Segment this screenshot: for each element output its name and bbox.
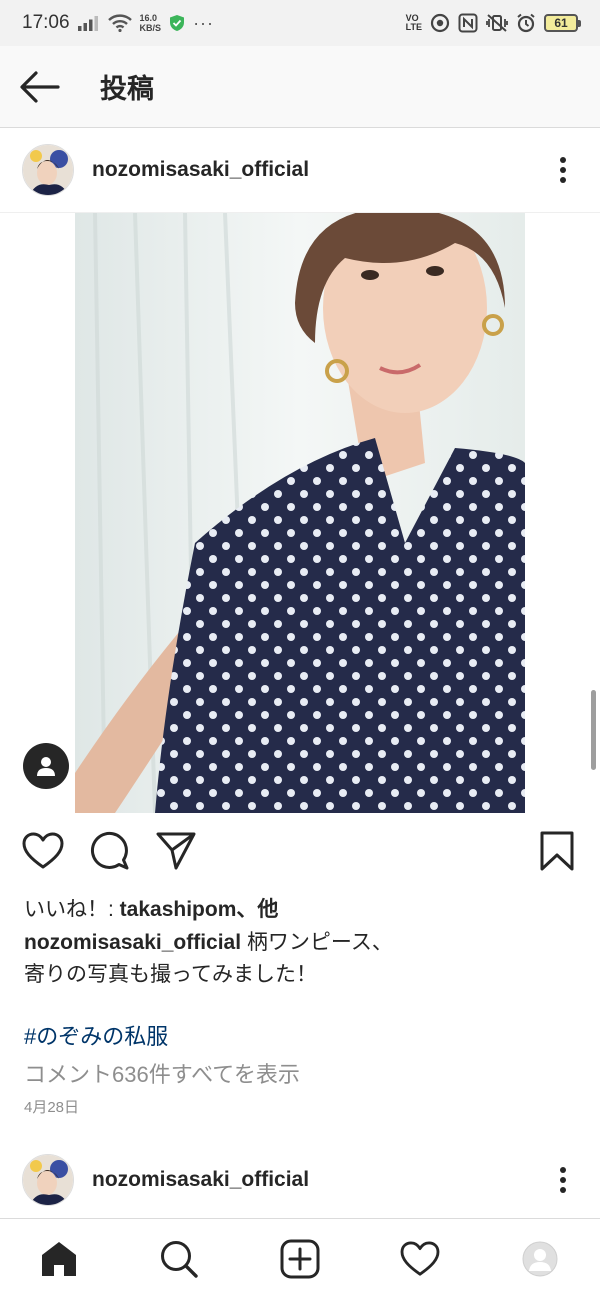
data-saver-icon — [430, 13, 450, 33]
more-vertical-icon — [560, 1167, 566, 1193]
nav-new-post[interactable] — [278, 1237, 322, 1281]
comment-icon — [90, 831, 129, 870]
shield-icon — [170, 15, 185, 31]
caption-line-1: nozomisasaki_official 柄ワンピース、 — [24, 927, 584, 959]
avatar[interactable] — [22, 1154, 74, 1206]
battery-indicator: 61 — [544, 14, 581, 32]
net-speed-unit: KB/S — [139, 23, 162, 33]
person-tag-icon — [37, 757, 55, 776]
next-post-header: nozomisasaki_official — [0, 1138, 600, 1222]
status-left: 17:06 16.0 KB/S ··· — [22, 12, 214, 34]
photo-image — [75, 213, 525, 813]
search-icon — [161, 1241, 198, 1278]
page-title: 投稿 — [100, 74, 154, 104]
more-options-button[interactable] — [548, 1160, 578, 1200]
more-vertical-icon — [560, 157, 566, 183]
back-button[interactable] — [0, 46, 100, 128]
hashtag-link[interactable]: #のぞみの私服 — [24, 1019, 168, 1051]
nav-profile[interactable] — [518, 1237, 562, 1281]
next-post-username[interactable]: nozomisasaki_official — [92, 1168, 309, 1192]
likes-line[interactable]: いいね！: takashipom、他 — [24, 893, 584, 927]
avatar-image — [23, 1155, 73, 1205]
net-speed-value: 16.0 — [139, 13, 158, 23]
post-date: 4月28日 — [24, 1099, 80, 1116]
home-icon — [42, 1242, 76, 1276]
caption-line-2: 寄りの写真も撮ってみました！ — [24, 963, 317, 986]
status-time: 17:06 — [22, 12, 70, 33]
caption-text-1: 柄ワンピース、 — [241, 931, 393, 954]
bookmark-icon — [540, 831, 574, 871]
action-bar — [0, 826, 600, 878]
status-right: VO LTE 61 — [406, 13, 581, 33]
likes-prefix: いいね！: — [24, 898, 120, 921]
post-photo[interactable] — [75, 213, 525, 813]
likes-user[interactable]: takashipom — [120, 898, 237, 921]
caption-area: いいね！: takashipom、他 nozomisasaki_official… — [24, 893, 584, 991]
save-button[interactable] — [534, 826, 580, 876]
heart-icon — [22, 832, 64, 869]
more-options-button[interactable] — [548, 150, 578, 190]
like-button[interactable] — [20, 826, 66, 876]
bottom-nav — [0, 1218, 600, 1300]
net-speed: 16.0 KB/S — [140, 13, 162, 33]
heart-icon — [400, 1241, 440, 1276]
volte-indicator: VO LTE — [406, 14, 422, 32]
caption-username[interactable]: nozomisasaki_official — [24, 931, 241, 954]
post-header: nozomisasaki_official — [0, 128, 600, 212]
volte-bottom: LTE — [405, 22, 422, 32]
scrollbar[interactable] — [591, 690, 596, 770]
profile-avatar-icon — [522, 1241, 558, 1277]
alarm-icon — [517, 13, 535, 33]
app-header: 投稿 — [0, 46, 600, 128]
share-button[interactable] — [153, 826, 199, 876]
send-icon — [156, 832, 196, 870]
tag-people-button[interactable] — [23, 743, 69, 789]
arrow-left-icon — [20, 70, 60, 103]
nav-home[interactable] — [37, 1237, 81, 1281]
comment-button[interactable] — [87, 826, 133, 876]
avatar[interactable] — [22, 144, 74, 196]
nav-search[interactable] — [157, 1237, 201, 1281]
plus-square-icon — [280, 1239, 320, 1279]
status-bar: 17:06 16.0 KB/S ··· VO LTE 61 — [0, 0, 600, 46]
nfc-icon — [458, 13, 478, 33]
overflow-dots: ··· — [193, 12, 215, 33]
signal-icon — [77, 16, 98, 31]
likes-suffix[interactable]: 、他 — [236, 898, 278, 921]
view-comments-link[interactable]: コメント636件すべてを表示 — [24, 1057, 300, 1089]
vibrate-icon — [486, 14, 508, 32]
avatar-image — [23, 145, 73, 195]
wifi-icon — [107, 14, 132, 32]
post-username[interactable]: nozomisasaki_official — [92, 158, 309, 182]
nav-activity[interactable] — [398, 1237, 442, 1281]
